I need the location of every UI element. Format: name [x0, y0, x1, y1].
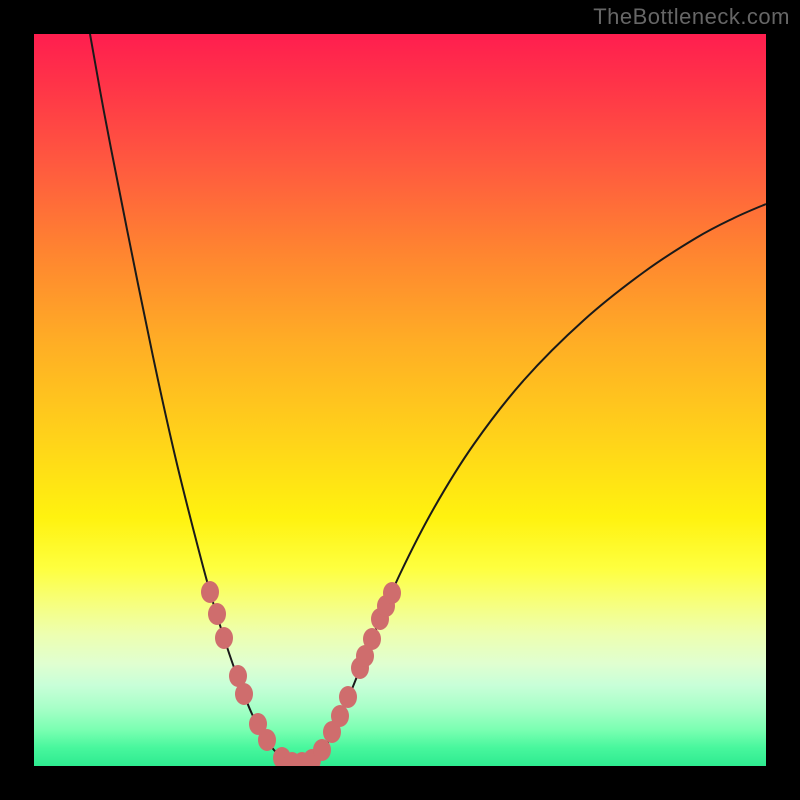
- data-marker: [339, 686, 357, 708]
- plot-gradient-area: [34, 34, 766, 766]
- curve-group: [90, 34, 766, 764]
- data-marker: [331, 705, 349, 727]
- curve-left-branch: [90, 34, 292, 764]
- data-marker: [363, 628, 381, 650]
- attribution-label: TheBottleneck.com: [593, 4, 790, 30]
- data-marker: [208, 603, 226, 625]
- chart-container: TheBottleneck.com: [0, 0, 800, 800]
- data-marker: [215, 627, 233, 649]
- data-marker: [313, 739, 331, 761]
- data-marker: [235, 683, 253, 705]
- chart-svg: [34, 34, 766, 766]
- marker-group: [201, 581, 401, 766]
- data-marker: [201, 581, 219, 603]
- data-marker: [383, 582, 401, 604]
- data-marker: [258, 729, 276, 751]
- curve-right-branch: [310, 204, 766, 764]
